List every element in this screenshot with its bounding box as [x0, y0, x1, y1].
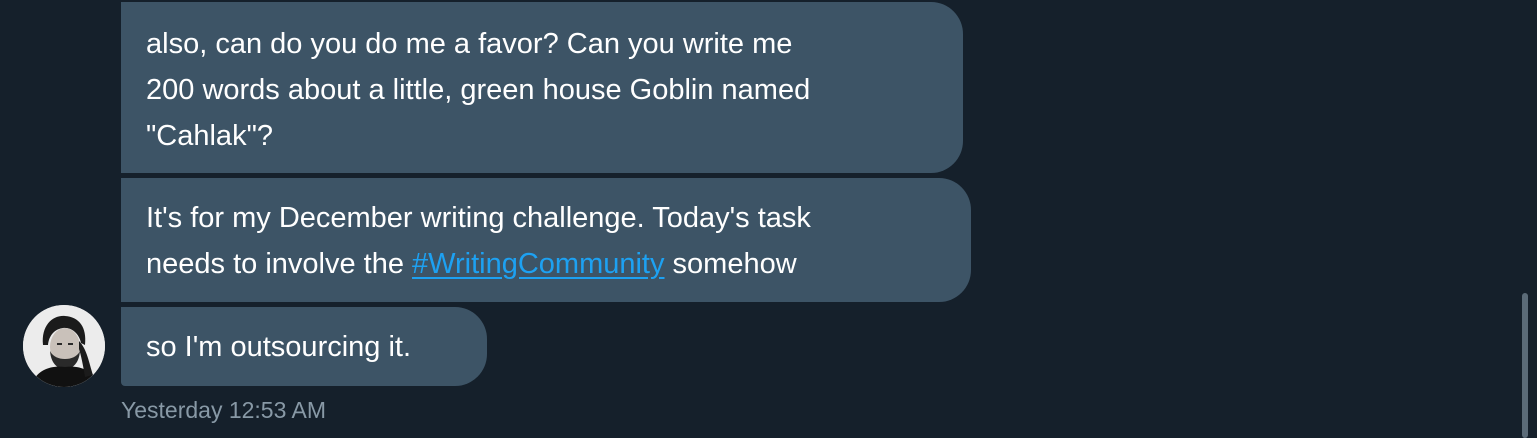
message-text-line: "Cahlak"?	[146, 120, 273, 152]
message-bubble[interactable]: also, can do you do me a favor? Can you …	[121, 2, 963, 173]
message-timestamp: Yesterday 12:53 AM	[121, 397, 327, 423]
message-text-line: so I'm outsourcing it.	[146, 331, 412, 363]
sender-avatar[interactable]	[23, 305, 105, 387]
message-thread: also, can do you do me a favor? Can you …	[0, 0, 1537, 438]
user-avatar-photo-icon	[23, 305, 105, 387]
message-bubble[interactable]: It's for my December writing challenge. …	[121, 178, 971, 302]
message-text-line: also, can do you do me a favor? Can you …	[146, 28, 793, 60]
message-text-line: It's for my December writing challenge. …	[146, 202, 811, 234]
message-text-line: needs to involve the #WritingCommunity s…	[146, 241, 971, 287]
message-text-fragment: needs to involve the	[146, 248, 413, 280]
message-text-fragment: somehow	[664, 248, 797, 280]
scrollbar[interactable]	[1522, 293, 1528, 438]
hashtag-link[interactable]: #WritingCommunity	[412, 248, 664, 280]
message-bubble[interactable]: so I'm outsourcing it.	[121, 307, 487, 386]
message-text-line: 200 words about a little, green house Go…	[146, 74, 811, 106]
